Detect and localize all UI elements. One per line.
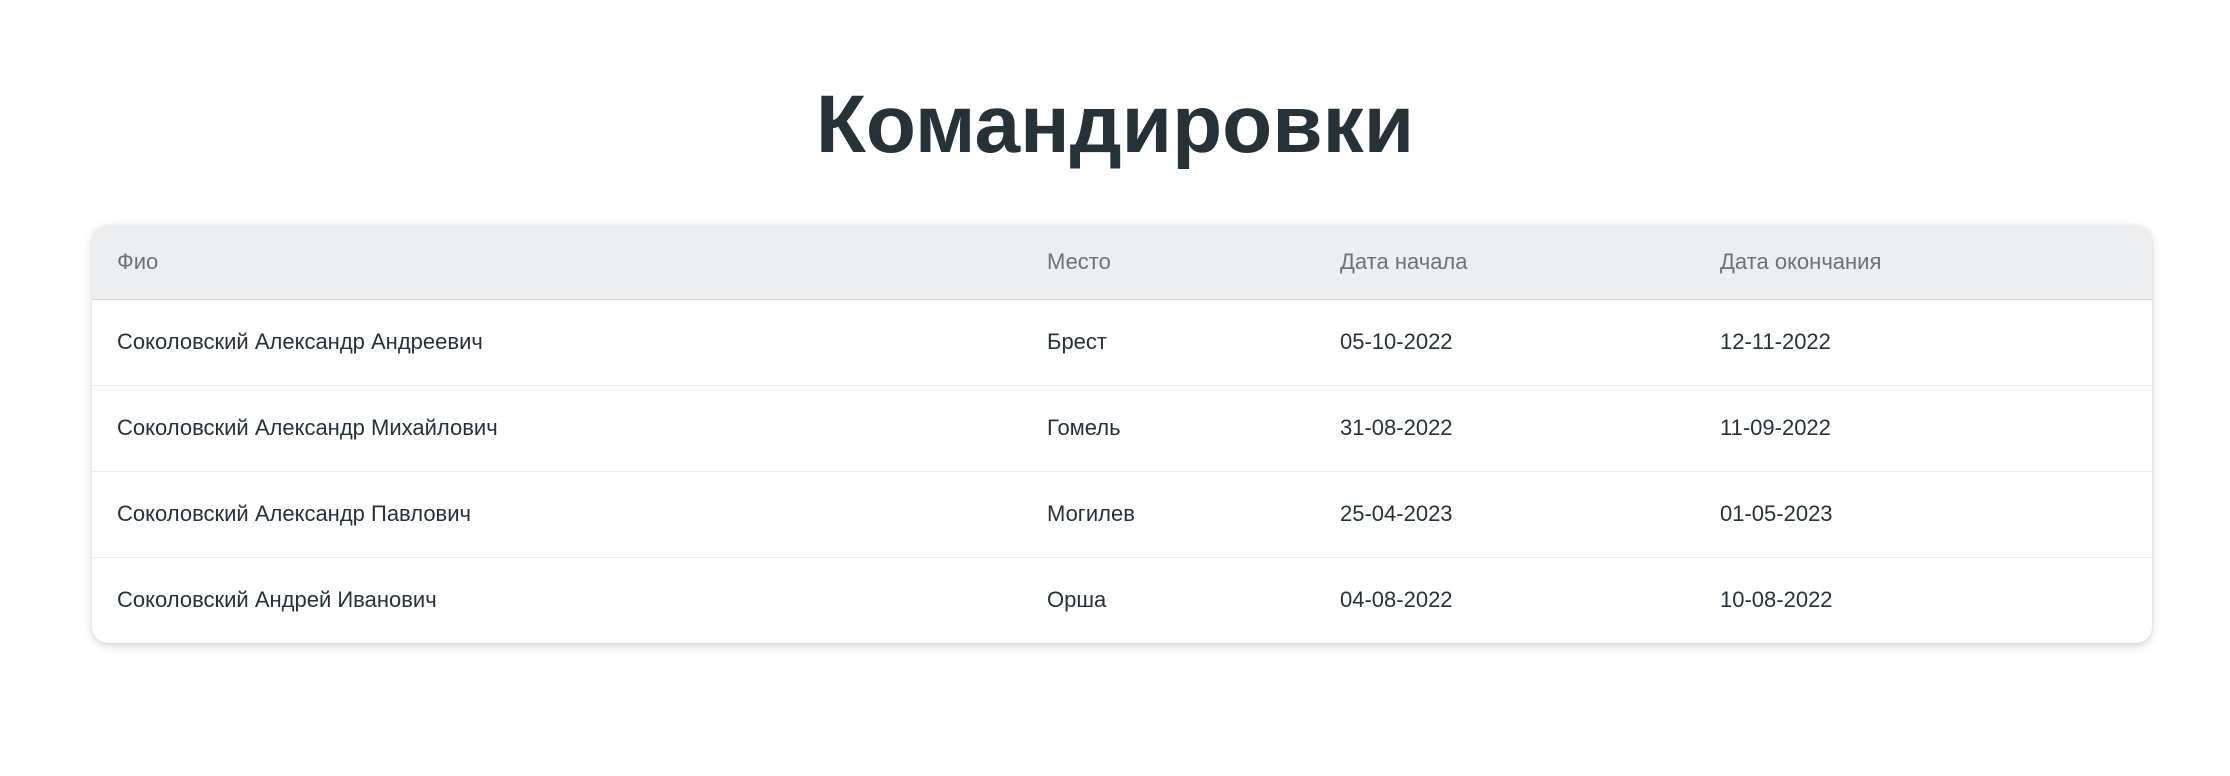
column-header-start-date[interactable]: Дата начала	[1315, 225, 1695, 299]
table-row[interactable]: Соколовский Александр Павлович Могилев 2…	[92, 471, 2152, 557]
cell-start-date: 05-10-2022	[1340, 329, 1453, 354]
cell-name: Соколовский Александр Михайлович	[117, 415, 498, 440]
table-body: Соколовский Александр Андреевич Брест 05…	[92, 299, 2152, 643]
trips-table-card: Фио Место Дата начала Дата окончания Сок…	[92, 225, 2152, 643]
table-header-row: Фио Место Дата начала Дата окончания	[92, 225, 2152, 299]
cell-place: Орша	[1047, 587, 1107, 613]
cell-name: Соколовский Андрей Иванович	[117, 587, 437, 613]
cell-start-date: 31-08-2022	[1340, 415, 1453, 440]
table-header: Фио Место Дата начала Дата окончания	[92, 225, 2152, 299]
cell-end-date: 01-05-2023	[1720, 501, 1833, 526]
cell-name: Соколовский Александр Андреевич	[117, 329, 483, 354]
cell-end-date: 11-09-2022	[1720, 415, 1831, 440]
cell-start-date: 04-08-2022	[1340, 587, 1453, 613]
column-header-name[interactable]: Фио	[92, 225, 1022, 299]
cell-start-date: 25-04-2023	[1340, 501, 1453, 526]
column-header-end-date[interactable]: Дата окончания	[1695, 225, 2152, 299]
column-header-place[interactable]: Место	[1022, 225, 1315, 299]
cell-end-date: 12-11-2022	[1720, 329, 1831, 354]
table-row[interactable]: Соколовский Александр Михайлович Гомель …	[92, 385, 2152, 471]
trips-table: Фио Место Дата начала Дата окончания Сок…	[92, 225, 2152, 643]
cell-name: Соколовский Александр Павлович	[117, 501, 471, 526]
cell-end-date: 10-08-2022	[1720, 587, 1833, 613]
table-row[interactable]: Соколовский Александр Андреевич Брест 05…	[92, 299, 2152, 385]
cell-place: Могилев	[1047, 501, 1135, 526]
cell-place: Гомель	[1047, 415, 1121, 440]
table-row[interactable]: Соколовский Андрей Иванович Орша 04-08-2…	[92, 557, 2152, 643]
page-title: Командировки	[815, 79, 1415, 170]
cell-place: Брест	[1047, 329, 1107, 354]
